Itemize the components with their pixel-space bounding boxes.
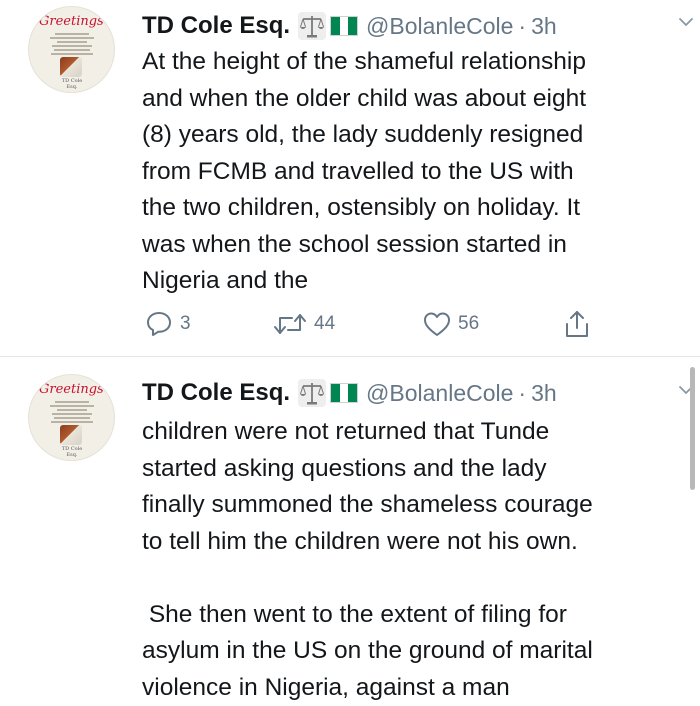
tweet-header: TD Cole Esq. @BolanleCole · 3h (142, 378, 557, 408)
nigeria-flag-icon (330, 383, 359, 403)
separator-dot: · (518, 12, 527, 39)
tweet-text: children were not returned that Tunde st… (142, 418, 593, 701)
scrollbar[interactable] (690, 367, 695, 490)
retweet-count: 44 (314, 313, 336, 334)
reply-count: 3 (180, 313, 191, 334)
author-name[interactable]: TD Cole Esq. (142, 379, 290, 407)
avatar-greeting: Greetings (39, 382, 104, 397)
tweet-timestamp[interactable]: 3h (531, 13, 557, 40)
avatar-greeting: Greetings (39, 14, 104, 29)
avatar[interactable]: Greetings TD Cole Esq. (28, 6, 115, 93)
share-icon (566, 311, 588, 337)
tweet-text: At the height of the shameful relationsh… (142, 48, 587, 294)
like-count: 56 (458, 313, 480, 334)
tweet[interactable]: Greetings TD Cole Esq. TD Cole Esq. @Bol… (0, 360, 700, 704)
avatar-signature: TD Cole Esq. (61, 78, 83, 90)
tweet-divider (0, 356, 700, 357)
retweet-icon (274, 314, 306, 334)
retweet-button[interactable]: 44 (272, 308, 335, 340)
reply-button[interactable]: 3 (144, 308, 191, 340)
separator-dot: · (518, 379, 527, 406)
author-handle[interactable]: @BolanleCole (366, 380, 513, 407)
author-handle[interactable]: @BolanleCole (366, 13, 513, 40)
heart-icon (424, 312, 450, 336)
balance-scale-icon (298, 379, 327, 407)
tweet-timestamp[interactable]: 3h (531, 380, 557, 407)
avatar[interactable]: Greetings TD Cole Esq. (28, 374, 115, 461)
avatar-photo (60, 57, 82, 77)
tweet[interactable]: Greetings TD Cole Esq. TD Cole Esq. @Bol… (0, 0, 700, 356)
chevron-down-icon[interactable] (678, 14, 694, 30)
reply-icon (147, 312, 171, 336)
nigeria-flag-icon (330, 16, 359, 36)
share-button[interactable] (562, 308, 592, 340)
avatar-card-text-lines (47, 31, 97, 57)
avatar-card-text-lines (47, 399, 97, 425)
balance-scale-icon (298, 12, 327, 40)
like-button[interactable]: 56 (422, 308, 479, 340)
avatar-signature: TD Cole Esq. (61, 446, 83, 458)
tweet-header: TD Cole Esq. @BolanleCole · 3h (142, 11, 557, 41)
author-name[interactable]: TD Cole Esq. (142, 12, 290, 40)
avatar-photo (60, 425, 82, 445)
tweet-actions: 3 44 56 (144, 308, 604, 340)
